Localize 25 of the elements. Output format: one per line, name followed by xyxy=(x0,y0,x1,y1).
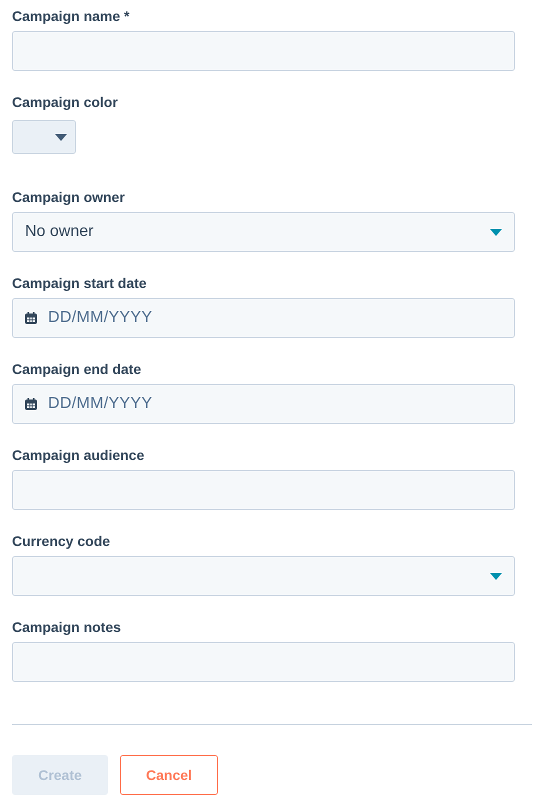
text-field[interactable] xyxy=(12,642,515,682)
field-label: Campaign audience xyxy=(12,447,146,463)
date-placeholder: DD/MM/YYYY xyxy=(48,308,152,328)
date-field[interactable]: DD/MM/YYYY xyxy=(12,298,515,338)
text-field[interactable] xyxy=(12,31,515,71)
color-picker[interactable] xyxy=(12,120,76,154)
calendar-icon xyxy=(25,312,37,324)
select-field[interactable] xyxy=(12,556,515,596)
field-label: Campaign end date xyxy=(12,361,142,377)
field-label: Campaign name * xyxy=(12,8,130,24)
field-label: Currency code xyxy=(12,533,112,549)
date-placeholder: DD/MM/YYYY xyxy=(48,394,152,414)
field-label: Campaign color xyxy=(12,94,119,110)
field-label: Campaign start date xyxy=(12,275,148,291)
select-value: No owner xyxy=(25,222,94,242)
caret-icon xyxy=(55,134,67,140)
caret-icon xyxy=(490,228,502,236)
select-field[interactable]: No owner xyxy=(12,212,515,252)
field-label: Campaign owner xyxy=(12,189,126,205)
text-field[interactable] xyxy=(12,470,515,510)
date-field[interactable]: DD/MM/YYYY xyxy=(12,384,515,424)
field-label: Campaign notes xyxy=(12,619,122,635)
caret-icon xyxy=(490,572,502,580)
calendar-icon xyxy=(25,398,37,410)
cancel-button[interactable]: Cancel xyxy=(120,755,218,795)
